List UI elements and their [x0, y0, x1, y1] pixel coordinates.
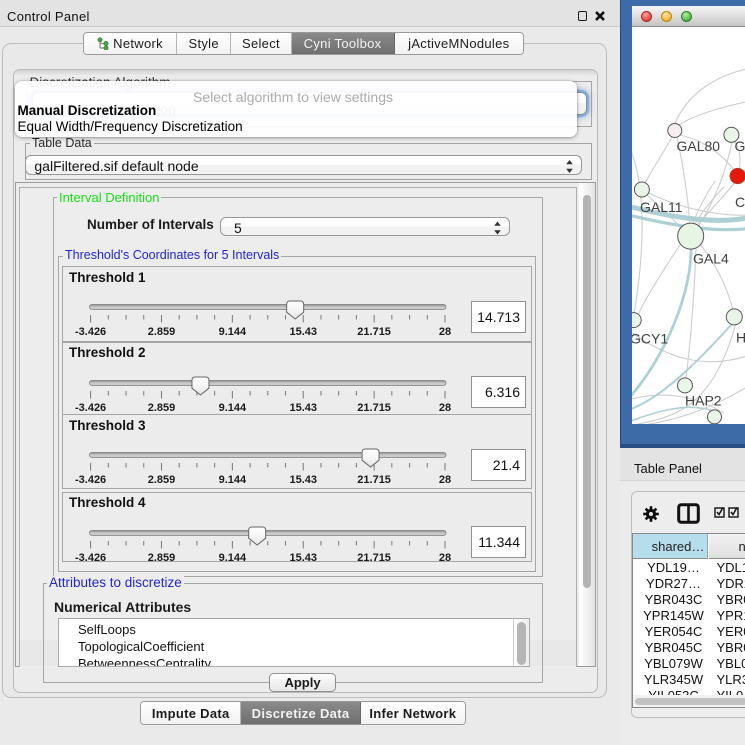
svg-text:2.859: 2.859 — [148, 326, 176, 338]
svg-text:GCY1: GCY1 — [632, 331, 668, 347]
svg-text:9.144: 9.144 — [219, 402, 247, 414]
svg-text:2.859: 2.859 — [148, 474, 176, 486]
svg-text:21.715: 21.715 — [357, 326, 391, 338]
svg-text:-3.426: -3.426 — [75, 552, 106, 563]
svg-text:-3.426: -3.426 — [75, 474, 106, 486]
svg-text:21.715: 21.715 — [357, 552, 391, 563]
svg-text:28: 28 — [439, 402, 451, 414]
svg-text:2.859: 2.859 — [148, 402, 176, 414]
svg-text:21.715: 21.715 — [357, 402, 391, 414]
svg-text:HAP2: HAP2 — [685, 393, 722, 409]
svg-text:15.43: 15.43 — [289, 326, 317, 338]
svg-text:GA: GA — [735, 138, 745, 154]
svg-text:15.43: 15.43 — [289, 402, 317, 414]
svg-text:GAL80: GAL80 — [677, 138, 721, 154]
svg-text:15.43: 15.43 — [289, 474, 317, 486]
svg-text:GAL4: GAL4 — [693, 251, 729, 267]
svg-text:28: 28 — [439, 474, 451, 486]
svg-text:9.144: 9.144 — [219, 552, 247, 563]
svg-text:28: 28 — [439, 326, 451, 338]
svg-text:28: 28 — [439, 552, 451, 563]
svg-text:C: C — [735, 194, 745, 210]
svg-text:15.43: 15.43 — [289, 552, 317, 563]
svg-text:9.144: 9.144 — [219, 326, 247, 338]
svg-text:-3.426: -3.426 — [75, 402, 106, 414]
svg-text:GAL11: GAL11 — [640, 199, 683, 215]
svg-text:21.715: 21.715 — [357, 474, 391, 486]
svg-text:9.144: 9.144 — [219, 474, 247, 486]
svg-text:2.859: 2.859 — [148, 552, 176, 563]
svg-text:-3.426: -3.426 — [75, 326, 106, 338]
svg-text:H: H — [736, 330, 745, 346]
